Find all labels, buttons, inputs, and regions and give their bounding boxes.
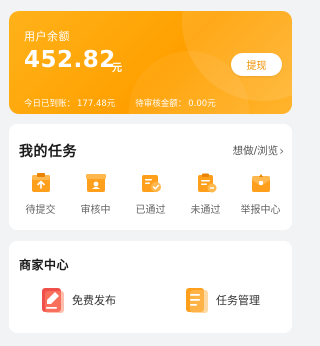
balance-card: 用户余额 452.82 元 提现 今日已到账： 177.48元 待审核金额： 0… xyxy=(9,11,292,114)
chevron-right-icon: › xyxy=(279,143,284,158)
pending-amount-label: 待审核金额： xyxy=(135,99,187,109)
free-publish-button[interactable]: 免费发布 xyxy=(41,286,116,314)
task-item-label: 审核中 xyxy=(80,205,111,216)
task-management-label: 任务管理 xyxy=(216,294,260,307)
pending-amount-value: 0.00元 xyxy=(188,99,216,109)
task-item-label: 待提交 xyxy=(25,205,56,216)
today-received-value: 177.48元 xyxy=(77,99,116,109)
my-tasks-title: 我的任务 xyxy=(19,144,77,160)
task-management-button[interactable]: 任务管理 xyxy=(185,286,260,314)
task-item-label: 举报中心 xyxy=(240,205,281,216)
rejected-icon xyxy=(195,172,217,194)
publish-icon xyxy=(41,286,65,314)
reviewing-icon xyxy=(85,172,107,194)
pending-amount: 待审核金额： 0.00元 xyxy=(135,97,215,109)
today-received-label: 今日已到账： xyxy=(24,99,76,109)
task-item-label: 未通过 xyxy=(190,205,221,216)
free-publish-label: 免费发布 xyxy=(72,294,116,307)
task-item-rejected[interactable]: 未通过 xyxy=(179,172,233,216)
report-center-icon xyxy=(250,172,272,194)
task-item-reviewing[interactable]: 审核中 xyxy=(69,172,123,216)
task-item-approved[interactable]: 已通过 xyxy=(124,172,178,216)
want-browse-label: 想做/浏览 xyxy=(232,145,279,157)
task-manage-icon xyxy=(185,286,209,314)
withdraw-button[interactable]: 提现 xyxy=(231,53,282,76)
task-item-report-center[interactable]: 举报中心 xyxy=(234,172,288,216)
merchant-center-title: 商家中心 xyxy=(19,258,70,272)
my-tasks-card: 我的任务 想做/浏览 › 待提交 审核中 已通过 未通过 举报中心 xyxy=(9,124,292,230)
task-status-list: 待提交 审核中 已通过 未通过 举报中心 xyxy=(9,172,292,216)
pending-submit-icon xyxy=(30,172,52,194)
balance-unit: 元 xyxy=(112,63,122,74)
balance-stats: 今日已到账： 177.48元 待审核金额： 0.00元 xyxy=(24,97,284,109)
approved-icon xyxy=(140,172,162,194)
today-received: 今日已到账： 177.48元 xyxy=(24,97,115,109)
want-browse-link[interactable]: 想做/浏览 › xyxy=(233,143,284,158)
balance-amount: 452.82 xyxy=(24,47,116,73)
task-item-pending-submit[interactable]: 待提交 xyxy=(14,172,68,216)
balance-title: 用户余额 xyxy=(24,30,70,43)
task-item-label: 已通过 xyxy=(135,205,166,216)
merchant-center-card: 商家中心 免费发布 任务管理 xyxy=(9,241,292,333)
